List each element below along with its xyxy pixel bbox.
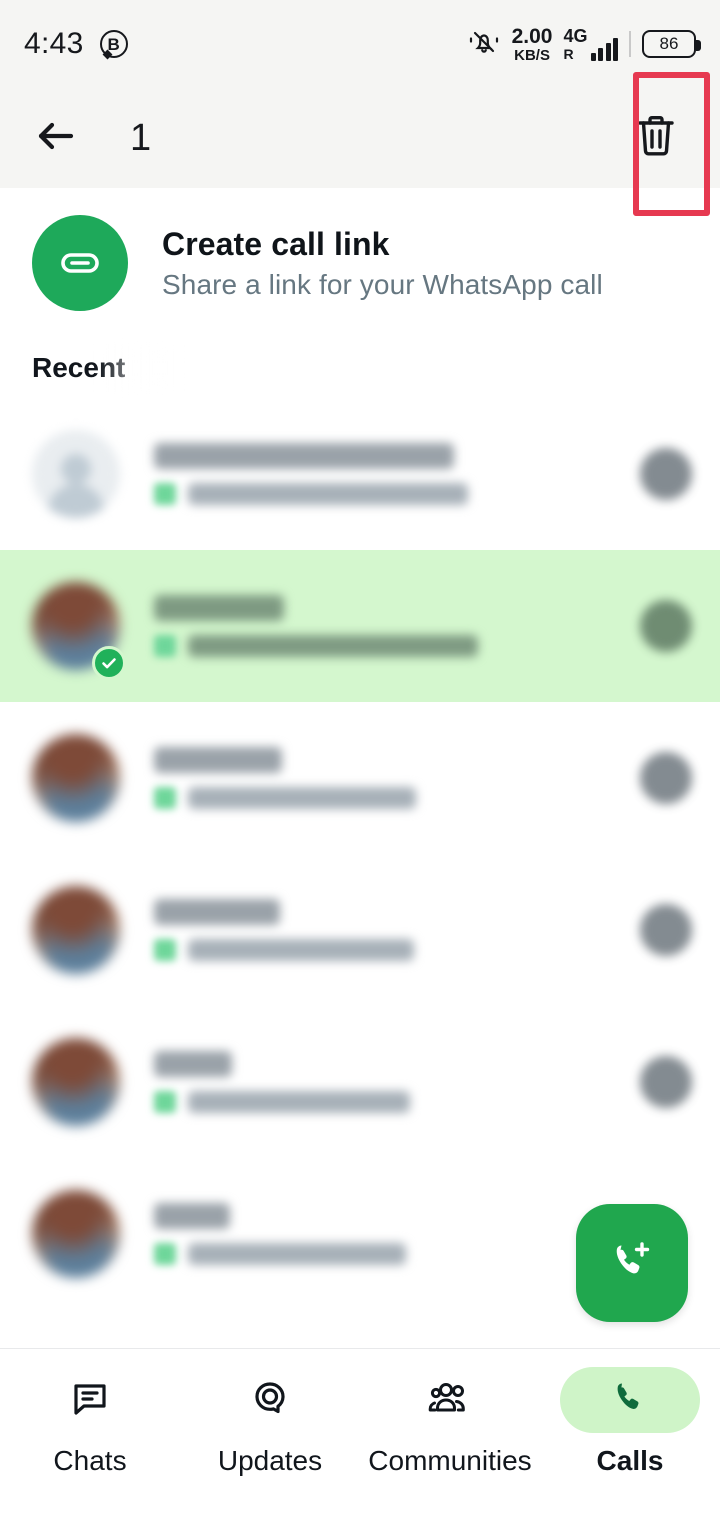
nav-label-calls: Calls — [596, 1445, 664, 1476]
nav-pill-calls — [560, 1367, 700, 1433]
roaming-indicator: R — [563, 46, 574, 62]
network-speed-value: 2.00 — [511, 24, 553, 48]
call-type-icon[interactable] — [640, 752, 692, 804]
nav-label-chats: Chats — [53, 1445, 127, 1476]
avatar — [32, 886, 120, 974]
call-type-icon[interactable] — [640, 448, 692, 500]
call-direction-icon — [154, 1091, 176, 1113]
chats-icon — [67, 1375, 113, 1426]
call-item-name — [154, 899, 280, 925]
call-type-icon[interactable] — [640, 904, 692, 956]
new-call-fab[interactable] — [576, 1204, 688, 1322]
blur-overlay — [100, 344, 220, 392]
call-item-text — [154, 595, 640, 657]
battery-level: 86 — [659, 34, 679, 53]
nav-pill-updates — [200, 1367, 340, 1433]
call-item-name — [154, 1203, 230, 1229]
network-speed: 2.00 KB/S — [512, 26, 553, 63]
status-time: 4:43 — [24, 27, 84, 60]
status-divider — [629, 31, 631, 57]
call-item-meta — [188, 1091, 410, 1113]
call-item-name — [154, 747, 282, 773]
call-item-text — [154, 899, 640, 961]
call-list-item[interactable] — [0, 854, 720, 1006]
call-item-meta — [188, 787, 416, 809]
call-item-meta — [188, 939, 414, 961]
selection-count: 1 — [130, 116, 152, 159]
call-item-meta — [188, 1243, 406, 1265]
call-list-item[interactable] — [0, 1006, 720, 1158]
call-item-text — [154, 747, 640, 809]
create-call-link-row[interactable]: Create call link Share a link for your W… — [0, 188, 720, 338]
call-item-meta — [188, 635, 478, 657]
create-call-link-text: Create call link Share a link for your W… — [162, 226, 603, 301]
call-item-meta — [188, 483, 468, 505]
call-direction-icon — [154, 635, 176, 657]
nav-pill-communities — [380, 1367, 520, 1433]
nav-item-updates[interactable]: Updates — [180, 1367, 360, 1477]
call-item-name — [154, 1051, 232, 1077]
battery-icon: 86 — [642, 30, 701, 58]
link-icon — [32, 215, 128, 311]
call-type-icon[interactable] — [640, 600, 692, 652]
nav-item-calls[interactable]: Calls — [540, 1367, 720, 1477]
phone-icon — [609, 1377, 651, 1424]
delete-button[interactable] — [620, 102, 692, 174]
avatar — [32, 430, 120, 518]
call-item-name — [154, 443, 454, 469]
app-badge-letter: B — [107, 34, 120, 54]
nav-label-communities: Communities — [368, 1445, 532, 1476]
bottom-navigation: Chats Updates Communities Calls — [0, 1348, 720, 1518]
status-bar-left: 4:43 B — [24, 27, 128, 61]
selected-check-icon — [92, 646, 126, 680]
back-arrow-icon — [33, 115, 79, 162]
nav-pill-chats — [20, 1367, 160, 1433]
bell-slash-icon — [467, 27, 501, 62]
call-list-item[interactable] — [0, 702, 720, 854]
call-direction-icon — [154, 939, 176, 961]
signal-bars-icon — [590, 37, 618, 61]
create-call-link-subtitle: Share a link for your WhatsApp call — [162, 268, 603, 300]
recent-section-header: Recent — [0, 338, 720, 398]
call-list-item[interactable] — [0, 398, 720, 550]
network-speed-unit: KB/S — [514, 46, 550, 64]
app-badge-icon: B — [99, 30, 128, 58]
call-item-text — [154, 443, 640, 505]
app-bar: 1 — [0, 88, 720, 188]
communities-icon — [425, 1375, 475, 1426]
trash-icon — [633, 111, 679, 166]
status-bar: 4:43 B 2.00 KB/S 4G R 86 — [0, 0, 720, 88]
call-item-text — [154, 1051, 640, 1113]
avatar — [32, 1190, 120, 1278]
call-direction-icon — [154, 787, 176, 809]
phone-add-icon — [604, 1233, 660, 1294]
network-indicator: 4G R — [563, 27, 618, 61]
call-direction-icon — [154, 483, 176, 505]
avatar — [32, 1038, 120, 1126]
back-button[interactable] — [24, 106, 88, 170]
calls-content: Create call link Share a link for your W… — [0, 188, 720, 1350]
call-direction-icon — [154, 1243, 176, 1265]
call-type-icon[interactable] — [640, 1056, 692, 1108]
call-item-name — [154, 595, 284, 621]
network-type: 4G — [563, 26, 588, 46]
updates-icon — [247, 1375, 293, 1426]
create-call-link-title: Create call link — [162, 225, 390, 262]
status-bar-right: 2.00 KB/S 4G R 86 — [467, 26, 701, 63]
nav-item-communities[interactable]: Communities — [360, 1367, 540, 1477]
call-list-item[interactable] — [0, 550, 720, 702]
nav-item-chats[interactable]: Chats — [0, 1367, 180, 1477]
nav-label-updates: Updates — [217, 1445, 323, 1476]
avatar — [32, 734, 120, 822]
